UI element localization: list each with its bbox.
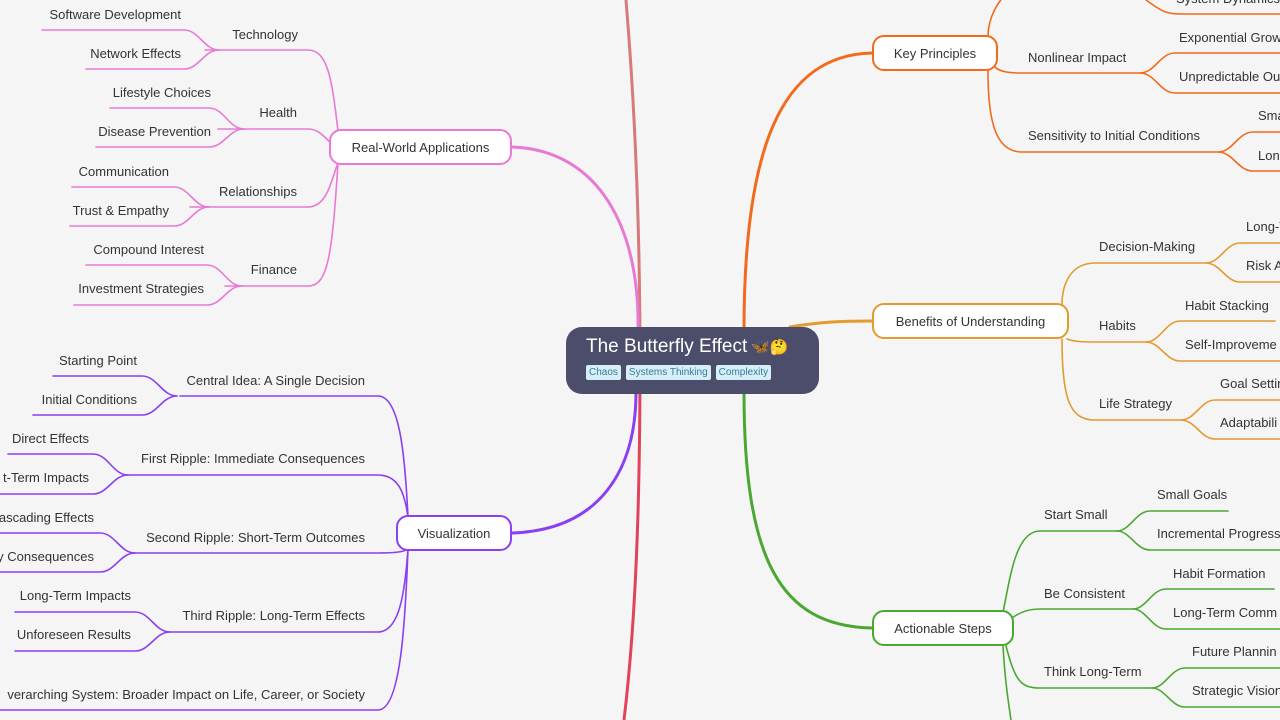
leaf-trust-empathy[interactable]: Trust & Empathy — [73, 203, 169, 219]
root-tags: Chaos Systems Thinking Complexity — [586, 365, 799, 380]
node-start-small[interactable]: Start Small — [1044, 507, 1108, 523]
leaf-investment-strategies[interactable]: Investment Strategies — [78, 281, 204, 297]
connector-root-real-world — [510, 145, 640, 332]
branch-label: Actionable Steps — [894, 620, 992, 636]
node-first-ripple[interactable]: First Ripple: Immediate Consequences — [141, 451, 365, 467]
leaf-unpredictable-outcomes[interactable]: Unpredictable Ou — [1179, 69, 1280, 85]
connector-root-actionable — [742, 390, 874, 630]
leaf-self-improvement[interactable]: Self-Improveme — [1185, 337, 1277, 353]
branch-actionable-steps[interactable]: Actionable Steps — [872, 610, 1014, 646]
leaf-short-term-impacts[interactable]: t-Term Impacts — [3, 470, 89, 486]
leaf-goal-setting[interactable]: Goal Settin — [1220, 376, 1280, 392]
connector-visualization-child — [127, 474, 409, 518]
node-habits[interactable]: Habits — [1099, 318, 1136, 334]
branch-visualization[interactable]: Visualization — [396, 515, 512, 551]
node-decision-making[interactable]: Decision-Making — [1099, 239, 1195, 255]
tag-complexity[interactable]: Complexity — [715, 365, 772, 380]
node-sensitivity-initial-conditions[interactable]: Sensitivity to Initial Conditions — [1028, 128, 1200, 144]
leaf-habit-stacking[interactable]: Habit Stacking — [1185, 298, 1269, 314]
node-overarching-system[interactable]: verarching System: Broader Impact on Lif… — [7, 687, 365, 703]
node-technology[interactable]: Technology — [232, 27, 298, 43]
node-think-long-term[interactable]: Think Long-Term — [1044, 664, 1142, 680]
leaf-long-term-impacts[interactable]: Long-Term Impacts — [20, 588, 131, 604]
connector-offscreen-bottom — [622, 358, 642, 720]
leaf-long-term-commitment[interactable]: Long-Term Comm — [1173, 605, 1277, 621]
leaf-disease-prevention[interactable]: Disease Prevention — [98, 124, 211, 140]
branch-label: Visualization — [417, 525, 491, 541]
node-relationships[interactable]: Relationships — [219, 184, 297, 200]
connector-key-principles-child — [987, 0, 1002, 38]
leaf-cascading-effects[interactable]: ascading Effects — [0, 510, 94, 526]
branch-real-world-applications[interactable]: Real-World Applications — [329, 129, 512, 165]
tag-chaos[interactable]: Chaos — [586, 365, 621, 380]
leaf-secondary-consequences[interactable]: y Consequences — [0, 549, 94, 565]
node-central-idea[interactable]: Central Idea: A Single Decision — [187, 373, 366, 389]
leaf-adaptability[interactable]: Adaptabili — [1220, 415, 1277, 431]
node-third-ripple[interactable]: Third Ripple: Long-Term Effects — [182, 608, 365, 624]
leaf-habit-formation[interactable]: Habit Formation — [1173, 566, 1265, 582]
leaf-compound-interest[interactable]: Compound Interest — [93, 242, 204, 258]
leaf-long-term-results[interactable]: Lon — [1258, 148, 1280, 164]
leaf-risk-assessment[interactable]: Risk A — [1246, 258, 1280, 274]
leaf-unforeseen-results[interactable]: Unforeseen Results — [17, 627, 131, 643]
leaf-small-changes[interactable]: Sma — [1258, 108, 1280, 124]
branch-benefits-of-understanding[interactable]: Benefits of Understanding — [872, 303, 1069, 339]
node-second-ripple[interactable]: Second Ripple: Short-Term Outcomes — [146, 530, 365, 546]
leaf-network-effects[interactable]: Network Effects — [90, 46, 181, 62]
leaf-small-goals[interactable]: Small Goals — [1157, 487, 1227, 503]
connector-key-principles-child — [994, 66, 1141, 74]
connector-actionable-child — [1011, 608, 1134, 619]
root-title: The Butterfly Effect — [586, 336, 748, 357]
leaf-system-dynamics[interactable]: System Dynamics — [1176, 0, 1280, 7]
leaf-software-development[interactable]: Software Development — [49, 7, 181, 23]
leaf-long-term-thinking[interactable]: Long-T — [1246, 219, 1280, 235]
node-health[interactable]: Health — [259, 105, 297, 121]
node-finance[interactable]: Finance — [251, 262, 297, 278]
butterfly-thinking-emoji-icon: 🦋🤔 — [751, 339, 789, 356]
leaf-exponential-growth[interactable]: Exponential Grow — [1179, 30, 1280, 46]
branch-label: Real-World Applications — [351, 139, 490, 155]
connector-root-key-principles — [742, 51, 874, 332]
node-be-consistent[interactable]: Be Consistent — [1044, 586, 1125, 602]
branch-label: Key Principles — [893, 45, 977, 61]
tag-systems-thinking[interactable]: Systems Thinking — [625, 365, 711, 380]
connector-root-visualization — [510, 390, 638, 535]
root-title-row: The Butterfly Effect 🦋🤔 — [586, 335, 799, 360]
connector-benefits-child — [1066, 338, 1147, 343]
connector-visualization-child — [132, 548, 409, 554]
branch-label: Benefits of Understanding — [895, 313, 1046, 329]
node-nonlinear-impact[interactable]: Nonlinear Impact — [1028, 50, 1126, 66]
leaf-future-planning[interactable]: Future Plannin — [1192, 644, 1277, 660]
root-node[interactable]: The Butterfly Effect 🦋🤔 Chaos Systems Thi… — [566, 327, 819, 394]
branch-key-principles[interactable]: Key Principles — [872, 35, 998, 71]
leaf-incremental-progress[interactable]: Incremental Progress — [1157, 526, 1280, 542]
node-life-strategy[interactable]: Life Strategy — [1099, 396, 1172, 412]
leaf-direct-effects[interactable]: Direct Effects — [12, 431, 89, 447]
leaf-initial-conditions[interactable]: Initial Conditions — [42, 392, 137, 408]
mindmap-canvas[interactable]: The Butterfly Effect 🦋🤔 Chaos Systems Thi… — [0, 0, 1280, 720]
leaf-communication[interactable]: Communication — [79, 164, 169, 180]
leaf-strategic-vision[interactable]: Strategic Vision — [1192, 683, 1280, 699]
leaf-starting-point[interactable]: Starting Point — [59, 353, 137, 369]
leaf-lifestyle-choices[interactable]: Lifestyle Choices — [113, 85, 211, 101]
